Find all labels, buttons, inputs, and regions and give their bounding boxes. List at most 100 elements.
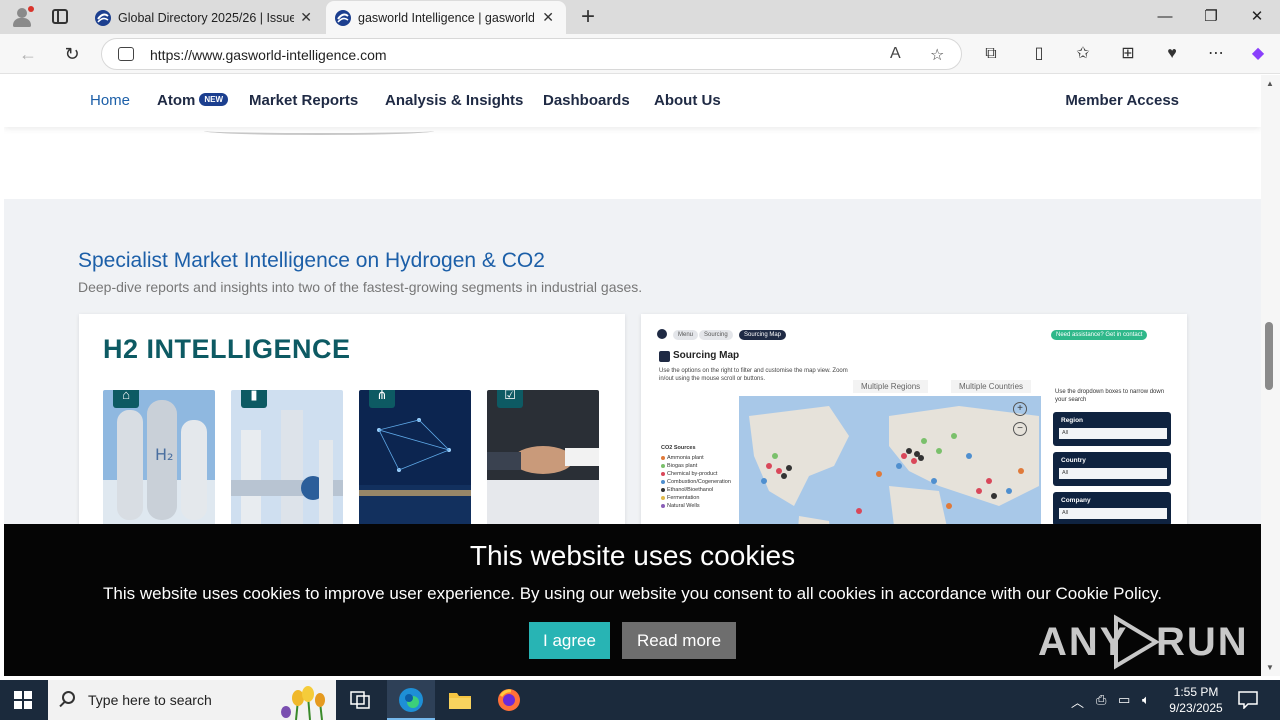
split-screen-icon[interactable]: ▯ [1028, 43, 1050, 65]
read-aloud-icon[interactable]: A [890, 45, 901, 63]
taskbar-search-box[interactable]: Type here to search [48, 680, 336, 720]
decorative-shape [204, 127, 434, 135]
task-view-button[interactable] [336, 680, 384, 720]
folder-icon [449, 693, 471, 709]
firefox-icon [498, 689, 520, 711]
restore-button[interactable]: ❐ [1188, 4, 1234, 30]
nav-about-us[interactable]: About Us [654, 92, 721, 109]
edge-taskbar-button[interactable] [387, 680, 435, 720]
scroll-thumb[interactable] [1265, 322, 1273, 390]
back-arrow-icon [657, 329, 667, 339]
legend-title: CO2 Sources [661, 445, 696, 451]
legend-item: Combustion/Cogeneration [661, 478, 741, 486]
agree-button[interactable]: I agree [529, 622, 610, 659]
refresh-button[interactable]: ↻ [60, 42, 84, 66]
breadcrumb-sourcing-map: Sourcing Map [739, 330, 787, 340]
url-text[interactable]: https://www.gasworld-intelligence.com [150, 47, 387, 63]
access-label: Access [1122, 92, 1179, 109]
filter-label: Country [1061, 457, 1086, 464]
search-icon [62, 691, 75, 704]
nav-analysis-insights[interactable]: Analysis & Insights [385, 92, 523, 109]
member-access-link[interactable]: Member Access [1065, 92, 1179, 109]
read-more-button[interactable]: Read more [622, 622, 736, 659]
gasworld-favicon-icon [335, 10, 351, 26]
svg-text:H₂: H₂ [155, 445, 173, 464]
collections-icon[interactable]: ⊞ [1117, 43, 1139, 65]
volume-icon[interactable]: 🔈︎ [1142, 692, 1150, 708]
nav-atom-label: Atom [157, 92, 196, 109]
network-icon[interactable]: ▭ [1118, 692, 1130, 708]
nav-market-reports[interactable]: Market Reports [249, 92, 358, 109]
tab-multiple-regions: Multiple Regions [853, 380, 929, 393]
previous-section [4, 127, 1261, 199]
meet-now-icon[interactable]: ⎙ [1096, 692, 1106, 708]
tab-actions-icon[interactable] [52, 9, 68, 24]
clipboard-icon: ☑ [497, 390, 523, 408]
site-info-icon[interactable] [118, 47, 134, 61]
close-window-button[interactable]: ✕ [1234, 4, 1280, 30]
assistance-pill: Need assistance? Get in contact [1051, 330, 1148, 340]
windows-start-icon[interactable] [14, 691, 32, 709]
close-tab-icon[interactable]: ✕ [300, 9, 312, 26]
nav-home[interactable]: Home [90, 92, 130, 109]
section-subtitle: Deep-dive reports and insights into two … [78, 279, 643, 295]
pipeline-image: ▮ [231, 390, 343, 530]
region-filter: Region All [1053, 412, 1171, 446]
breadcrumb-menu: Menu [673, 330, 699, 340]
nav-dashboards[interactable]: Dashboards [543, 92, 630, 109]
extensions-icon[interactable]: ⧉ [980, 43, 1002, 65]
legend-item: Natural Wells [661, 502, 741, 510]
firefox-taskbar-button[interactable] [485, 680, 533, 720]
chart-icon: ▮ [241, 390, 267, 408]
minimize-button[interactable]: — [1142, 4, 1188, 30]
legend-item: Fermentation [661, 494, 741, 502]
close-tab-icon[interactable]: ✕ [542, 9, 554, 26]
show-hidden-icons[interactable]: ︿ [1071, 692, 1084, 711]
profile-icon[interactable] [10, 6, 34, 28]
tab-title: Global Directory 2025/26 | Issue [118, 10, 294, 25]
h2-card-title: H2 INTELLIGENCE [103, 334, 351, 364]
more-menu-icon[interactable]: ⋯ [1205, 43, 1227, 65]
anyrun-watermark: ANY RUN [1038, 612, 1247, 672]
notifications-icon[interactable] [1238, 691, 1258, 709]
copilot-icon[interactable]: ◆ [1247, 43, 1269, 65]
address-bar[interactable]: https://www.gasworld-intelligence.com A … [101, 38, 962, 70]
filter-help-text: Use the dropdown boxes to narrow down yo… [1055, 389, 1165, 403]
filter-select: All [1059, 468, 1167, 479]
legend-item: Chemical by-product [661, 470, 741, 478]
browser-tab-global-directory[interactable]: Global Directory 2025/26 | Issue ✕ [86, 1, 324, 34]
cookie-text: This website uses cookies to improve use… [103, 584, 1162, 603]
tab-multiple-countries: Multiple Countries [951, 380, 1032, 393]
filter-label: Company [1061, 497, 1091, 504]
filter-label: Region [1061, 417, 1084, 424]
favorite-star-icon[interactable]: ☆ [930, 45, 944, 65]
taskbar-clock[interactable]: 1:55 PM 9/23/2025 [1164, 684, 1228, 716]
gasworld-favicon-icon [95, 10, 111, 26]
zoom-out-icon: − [1013, 422, 1027, 436]
map-description: Use the options on the right to filter a… [659, 368, 848, 382]
back-button[interactable]: ← [16, 42, 40, 66]
page-scrollbar[interactable]: ▲ ▼ [1261, 75, 1280, 676]
hydrogen-tanks-image: H₂ ⌂ [103, 390, 215, 530]
member-label: Member [1065, 92, 1123, 109]
favorites-icon[interactable]: ✩ [1072, 43, 1094, 65]
browser-essentials-icon[interactable]: ♥ [1161, 43, 1183, 65]
play-logo-icon [1114, 614, 1160, 670]
map-icon [659, 351, 670, 362]
site-navigation: Home Atom NEW Market Reports Analysis & I… [4, 75, 1261, 127]
browser-tab-gasworld-intelligence[interactable]: gasworld Intelligence | gasworld B ✕ [326, 1, 566, 34]
scroll-up-icon[interactable]: ▲ [1266, 79, 1274, 88]
search-placeholder: Type here to search [88, 692, 212, 708]
co2-legend: CO2 Sources Ammonia plant Biogas plant C… [661, 444, 741, 510]
new-tab-button[interactable]: + [576, 4, 600, 30]
tulips-decoration-icon [281, 686, 325, 720]
nav-atom[interactable]: Atom NEW [157, 92, 228, 109]
legend-item: Ammonia plant [661, 454, 741, 462]
network-icon: ⋔ [369, 390, 395, 408]
zoom-in-icon: + [1013, 402, 1027, 416]
scroll-down-icon[interactable]: ▼ [1266, 663, 1274, 672]
file-explorer-button[interactable] [436, 680, 484, 720]
cookie-title: This website uses cookies [469, 540, 796, 571]
factory-icon: ⌂ [113, 390, 139, 408]
breadcrumb-sourcing: Sourcing [699, 330, 733, 340]
